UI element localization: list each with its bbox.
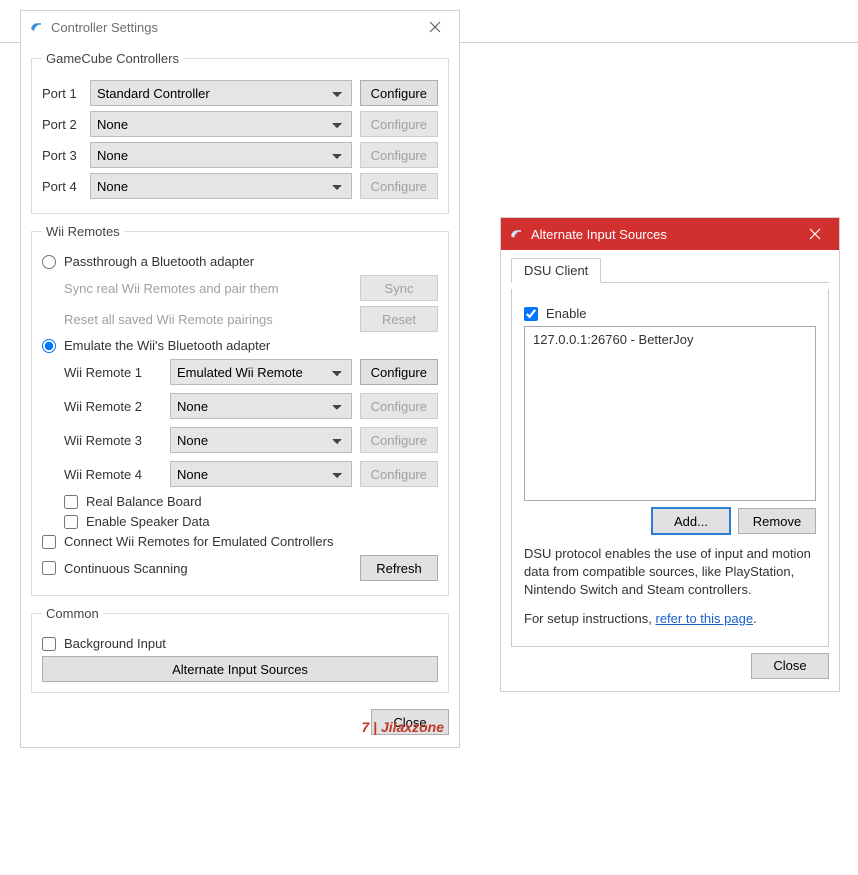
window-title: Controller Settings — [51, 20, 419, 35]
common-fieldset: Common Background Input Alternate Input … — [31, 606, 449, 693]
gc-port3-label: Port 3 — [42, 148, 82, 163]
gamecube-legend: GameCube Controllers — [42, 51, 183, 66]
continuous-scan-label: Continuous Scanning — [64, 561, 188, 576]
sync-button: Sync — [360, 275, 438, 301]
close-button[interactable]: Close — [371, 709, 449, 735]
enable-row[interactable]: Enable — [524, 306, 816, 321]
wii-remote3-configure-button: Configure — [360, 427, 438, 453]
passthrough-radio[interactable] — [42, 255, 56, 269]
gc-port4-configure-button: Configure — [360, 173, 438, 199]
wii-remote4-select[interactable]: None — [170, 461, 352, 487]
common-legend: Common — [42, 606, 103, 621]
speaker-data-row[interactable]: Enable Speaker Data — [64, 514, 438, 529]
dsu-description: DSU protocol enables the use of input an… — [524, 545, 816, 600]
dolphin-icon — [29, 19, 45, 35]
wii-remote3-select[interactable]: None — [170, 427, 352, 453]
list-item[interactable]: 127.0.0.1:26760 - BetterJoy — [527, 329, 813, 350]
remove-button[interactable]: Remove — [738, 508, 816, 534]
gc-port1-label: Port 1 — [42, 86, 82, 101]
wii-remote1-configure-button[interactable]: Configure — [360, 359, 438, 385]
balance-board-label: Real Balance Board — [86, 494, 202, 509]
close-icon[interactable] — [799, 221, 831, 247]
setup-instructions-text: For setup instructions, refer to this pa… — [524, 610, 816, 628]
emulate-label: Emulate the Wii's Bluetooth adapter — [64, 338, 270, 353]
window-title: Alternate Input Sources — [531, 227, 799, 242]
sync-text: Sync real Wii Remotes and pair them — [64, 281, 352, 296]
dolphin-icon — [509, 226, 525, 242]
add-button[interactable]: Add... — [652, 508, 730, 534]
controller-settings-window: Controller Settings GameCube Controllers… — [20, 10, 460, 748]
gc-port2-configure-button: Configure — [360, 111, 438, 137]
enable-checkbox[interactable] — [524, 307, 538, 321]
continuous-scan-checkbox[interactable] — [42, 561, 56, 575]
reset-text: Reset all saved Wii Remote pairings — [64, 312, 352, 327]
reset-button: Reset — [360, 306, 438, 332]
titlebar: Alternate Input Sources — [501, 218, 839, 250]
gc-port4-select[interactable]: None — [90, 173, 352, 199]
background-input-row[interactable]: Background Input — [42, 636, 438, 651]
wii-remote1-select[interactable]: Emulated Wii Remote — [170, 359, 352, 385]
passthrough-label: Passthrough a Bluetooth adapter — [64, 254, 254, 269]
gamecube-fieldset: GameCube Controllers Port 1 Standard Con… — [31, 51, 449, 214]
gc-port3-configure-button: Configure — [360, 142, 438, 168]
emulate-radio[interactable] — [42, 339, 56, 353]
connect-emulated-label: Connect Wii Remotes for Emulated Control… — [64, 534, 334, 549]
balance-board-row[interactable]: Real Balance Board — [64, 494, 438, 509]
wii-remote2-select[interactable]: None — [170, 393, 352, 419]
wii-remote4-configure-button: Configure — [360, 461, 438, 487]
gc-port3-select[interactable]: None — [90, 142, 352, 168]
wii-remotes-legend: Wii Remotes — [42, 224, 124, 239]
emulate-radio-row[interactable]: Emulate the Wii's Bluetooth adapter — [42, 338, 438, 353]
close-button[interactable]: Close — [751, 653, 829, 679]
alternate-input-sources-button[interactable]: Alternate Input Sources — [42, 656, 438, 682]
tab-dsu-client[interactable]: DSU Client — [511, 258, 601, 283]
wii-remotes-fieldset: Wii Remotes Passthrough a Bluetooth adap… — [31, 224, 449, 596]
gc-port1-select[interactable]: Standard Controller — [90, 80, 352, 106]
gc-port4-label: Port 4 — [42, 179, 82, 194]
connect-emulated-row[interactable]: Connect Wii Remotes for Emulated Control… — [42, 534, 438, 549]
wii-remote2-configure-button: Configure — [360, 393, 438, 419]
gc-port2-select[interactable]: None — [90, 111, 352, 137]
enable-label: Enable — [546, 306, 586, 321]
tabbar: DSU Client — [511, 258, 829, 283]
balance-board-checkbox[interactable] — [64, 495, 78, 509]
speaker-data-checkbox[interactable] — [64, 515, 78, 529]
setup-link[interactable]: refer to this page — [656, 611, 754, 626]
dsu-server-listbox[interactable]: 127.0.0.1:26760 - BetterJoy — [524, 326, 816, 501]
wii-remote1-label: Wii Remote 1 — [64, 365, 162, 380]
alternate-input-sources-window: Alternate Input Sources DSU Client Enabl… — [500, 217, 840, 692]
gc-port2-label: Port 2 — [42, 117, 82, 132]
background-input-checkbox[interactable] — [42, 637, 56, 651]
refresh-button[interactable]: Refresh — [360, 555, 438, 581]
wii-remote4-label: Wii Remote 4 — [64, 467, 162, 482]
wii-remote2-label: Wii Remote 2 — [64, 399, 162, 414]
background-input-label: Background Input — [64, 636, 166, 651]
continuous-scan-row[interactable]: Continuous Scanning — [42, 561, 352, 576]
speaker-data-label: Enable Speaker Data — [86, 514, 210, 529]
titlebar: Controller Settings — [21, 11, 459, 43]
close-icon[interactable] — [419, 14, 451, 40]
gc-port1-configure-button[interactable]: Configure — [360, 80, 438, 106]
wii-remote3-label: Wii Remote 3 — [64, 433, 162, 448]
passthrough-radio-row[interactable]: Passthrough a Bluetooth adapter — [42, 254, 438, 269]
connect-emulated-checkbox[interactable] — [42, 535, 56, 549]
